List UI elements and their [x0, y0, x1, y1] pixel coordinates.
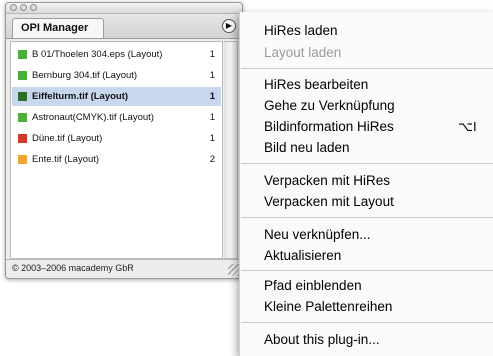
menu-item-kleine-palettenreihen[interactable]: Kleine Palettenreihen [264, 296, 392, 318]
file-name: Düne.tif (Layout) [32, 133, 103, 144]
status-swatch [18, 71, 27, 80]
usage-count: 1 [209, 70, 215, 81]
vertical-scrollbar[interactable] [224, 41, 238, 259]
tab-opi-manager[interactable]: OPI Manager [12, 18, 104, 38]
opi-manager-palette: OPI Manager ▶ B 01/Thoelen 304.eps (Layo… [5, 2, 243, 279]
menu-item-about-plugin[interactable]: About this plug-in... [264, 329, 380, 351]
list-item[interactable]: B 01/Thoelen 304.eps (Layout) 1 [12, 45, 221, 64]
palette-footer: © 2003–2006 macademy GbR [6, 259, 242, 278]
list-item[interactable]: Ente.tif (Layout) 2 [12, 150, 221, 169]
menu-separator [241, 68, 493, 69]
list-item[interactable]: Düne.tif (Layout) 1 [12, 129, 221, 148]
file-name: Bernburg 304.tif (Layout) [32, 70, 138, 81]
status-swatch [18, 134, 27, 143]
menu-item-verpacken-mit-layout[interactable]: Verpacken mit Layout [264, 191, 394, 213]
palette-title-bar[interactable] [6, 3, 242, 14]
status-swatch [18, 113, 27, 122]
zoom-window-button[interactable] [30, 4, 37, 11]
usage-count: 1 [209, 112, 215, 123]
menu-item-aktualisieren[interactable]: Aktualisieren [264, 245, 341, 267]
menu-item-layout-laden: Layout laden [264, 45, 342, 60]
triangle-right-icon: ▶ [225, 21, 233, 30]
file-name: Ente.tif (Layout) [32, 154, 100, 165]
shortcut-option-i: ⌥I [458, 119, 477, 134]
list-item-selected[interactable]: Eiffelturm.tif (Layout) 1 [12, 87, 221, 106]
list-item[interactable]: Astronaut(CMYK).tif (Layout) 1 [12, 108, 221, 127]
close-window-button[interactable] [10, 4, 17, 11]
menu-separator [241, 217, 493, 218]
menu-item-hires-laden[interactable]: HiRes laden [264, 20, 338, 42]
usage-count: 1 [209, 133, 215, 144]
usage-count: 2 [209, 154, 215, 165]
status-swatch [18, 92, 27, 101]
file-name: Eiffelturm.tif (Layout) [32, 91, 129, 102]
minimize-window-button[interactable] [20, 4, 27, 11]
menu-item-bildinformation-hires[interactable]: Bildinformation HiRes [264, 116, 394, 138]
usage-count: 1 [209, 49, 215, 60]
image-link-list[interactable]: B 01/Thoelen 304.eps (Layout) 1 Bernburg… [10, 41, 223, 259]
menu-item-gehe-zu-verknuepfung[interactable]: Gehe zu Verknüpfung [264, 95, 395, 117]
menu-separator [241, 163, 493, 164]
file-name: B 01/Thoelen 304.eps (Layout) [32, 49, 163, 60]
palette-popup-menu: HiRes laden Layout laden HiRes bearbeite… [239, 12, 493, 356]
menu-item-pfad-einblenden[interactable]: Pfad einblenden [264, 275, 362, 297]
menu-separator [241, 270, 493, 271]
palette-menu-button[interactable]: ▶ [222, 19, 236, 33]
copyright-text: © 2003–2006 macademy GbR [12, 263, 134, 273]
menu-item-hires-bearbeiten[interactable]: HiRes bearbeiten [264, 74, 368, 96]
usage-count: 1 [209, 91, 215, 102]
menu-item-bild-neu-laden[interactable]: Bild neu laden [264, 137, 350, 159]
menu-item-neu-verknuepfen[interactable]: Neu verknüpfen... [264, 224, 371, 246]
palette-tab-row: OPI Manager ▶ [6, 14, 242, 39]
file-name: Astronaut(CMYK).tif (Layout) [32, 112, 154, 123]
list-item[interactable]: Bernburg 304.tif (Layout) 1 [12, 66, 221, 85]
status-swatch [18, 155, 27, 164]
menu-item-verpacken-mit-hires[interactable]: Verpacken mit HiRes [264, 170, 390, 192]
menu-separator [241, 322, 493, 323]
status-swatch [18, 50, 27, 59]
